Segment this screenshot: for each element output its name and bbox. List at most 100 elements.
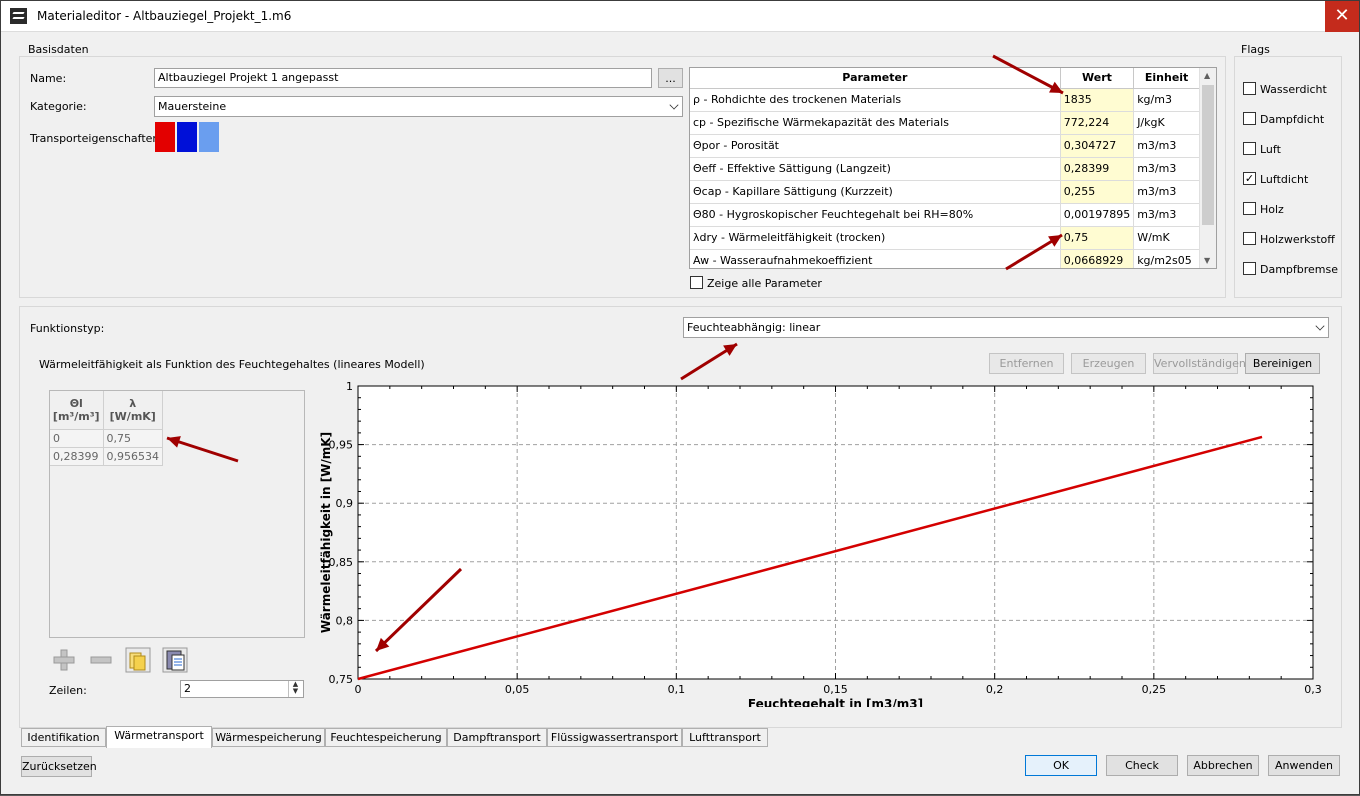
tab-1[interactable]: Wärmetransport [106, 726, 212, 748]
param-row[interactable]: Θcap - Kapillare Sättigung (Kurzzeit) 0,2… [690, 180, 1200, 204]
kategorie-select[interactable]: Mauersteine [154, 96, 683, 117]
app-icon [10, 8, 27, 24]
bereinigen-button[interactable]: Bereinigen [1245, 353, 1320, 374]
flag-checkbox-dampfdicht[interactable] [1243, 112, 1256, 125]
tab-3[interactable]: Feuchtespeicherung [325, 728, 447, 747]
tab-6[interactable]: Lufttransport [682, 728, 768, 747]
param-value-cell[interactable]: 0,75 [1060, 226, 1135, 250]
y-axis-label: Wärmeleitfähigkeit in [W/mK] [319, 432, 333, 633]
param-table-scrollbar[interactable]: ▲ ▼ [1199, 68, 1216, 268]
ok-button[interactable]: OK [1025, 755, 1097, 776]
param-value-cell[interactable]: 0,0668929 [1060, 249, 1135, 268]
param-name-cell[interactable]: λdry - Wärmeleitfähigkeit (trocken) [690, 226, 1061, 250]
cancel-button[interactable]: Abbrechen [1187, 755, 1259, 776]
table-cell[interactable]: 0 [50, 429, 104, 448]
zeilen-spinbox[interactable]: 2 ▲ ▼ [180, 680, 304, 698]
flag-checkbox-holzwerkstoff[interactable] [1243, 232, 1256, 245]
tab-4[interactable]: Dampftransport [447, 728, 547, 747]
entfernen-button[interactable]: Entfernen [989, 353, 1064, 374]
lambda-header[interactable]: λ [W/mK] [103, 391, 163, 430]
flags-label: Flags [1238, 43, 1273, 56]
theta-header[interactable]: Θl [m³/m³] [50, 391, 104, 430]
apply-button[interactable]: Anwenden [1268, 755, 1340, 776]
flag-label: Holz [1260, 203, 1284, 216]
table-cell[interactable]: 0,75 [103, 429, 163, 448]
flag-checkbox-wasserdicht[interactable] [1243, 82, 1256, 95]
param-unit-cell[interactable]: kg/m3 [1133, 88, 1200, 112]
table-row[interactable]: 0 0,75 [50, 429, 163, 448]
reset-button[interactable]: Zurücksetzen [21, 756, 97, 777]
paste-button[interactable] [161, 646, 189, 673]
scroll-thumb[interactable] [1202, 85, 1214, 225]
table-cell[interactable]: 0,28399 [50, 447, 104, 466]
param-value-cell[interactable]: 0,00197895 [1060, 203, 1135, 227]
param-value-cell[interactable]: 0,255 [1060, 180, 1135, 204]
close-button[interactable]: ✕ [1325, 1, 1359, 32]
add-row-button[interactable] [50, 647, 78, 673]
tab-5[interactable]: Flüssigwassertransport [547, 728, 682, 747]
transport-swatch-blue [177, 122, 197, 152]
param-value-cell[interactable]: 0,304727 [1060, 134, 1135, 158]
param-name-cell[interactable]: Θpor - Porosität [690, 134, 1061, 158]
x-tick-label: 0 [355, 683, 362, 696]
name-input[interactable]: Altbauziegel Projekt 1 angepasst [154, 68, 652, 88]
tab-2[interactable]: Wärmespeicherung [212, 728, 325, 747]
param-row[interactable]: Θpor - Porosität 0,304727 m3/m3 [690, 134, 1200, 158]
param-name-cell[interactable]: Aw - Wasseraufnahmekoeffizient [690, 249, 1061, 268]
flag-checkbox-holz[interactable] [1243, 202, 1256, 215]
param-row[interactable]: Θeff - Effektive Sättigung (Langzeit) 0,2… [690, 157, 1200, 181]
chevron-down-icon [1315, 321, 1325, 331]
param-value-cell[interactable]: 0,28399 [1060, 157, 1135, 181]
browse-button[interactable]: ... [658, 68, 683, 88]
function-data-table[interactable]: Θl [m³/m³] λ [W/mK] 0 0,75 0,28399 0,95653… [49, 390, 305, 638]
flag-checkbox-luftdicht[interactable]: ✓ [1243, 172, 1256, 185]
param-name-cell[interactable]: ρ - Rohdichte des trockenen Materials [690, 88, 1061, 112]
param-row[interactable]: ρ - Rohdichte des trockenen Materials 183… [690, 88, 1200, 112]
x-tick-label: 0,15 [823, 683, 848, 696]
param-value-cell[interactable]: 772,224 [1060, 111, 1135, 135]
plus-icon [53, 649, 75, 671]
open-file-button[interactable] [124, 646, 152, 673]
parameter-table[interactable]: Parameter Wert Einheit ρ - Rohdichte des… [689, 67, 1217, 269]
param-name-cell[interactable]: cp - Spezifische Wärmekapazität des Mate… [690, 111, 1061, 135]
param-unit-cell[interactable]: m3/m3 [1133, 157, 1200, 181]
x-tick-label: 0,3 [1304, 683, 1322, 696]
einheit-header[interactable]: Einheit [1133, 68, 1200, 89]
y-tick-label: 0,75 [329, 673, 354, 686]
param-row[interactable]: Θ80 - Hygroskopischer Feuchtegehalt bei … [690, 203, 1200, 227]
param-unit-cell[interactable]: kg/m2s05 [1133, 249, 1200, 268]
show-all-checkbox[interactable] [690, 276, 703, 289]
param-unit-cell[interactable]: W/mK [1133, 226, 1200, 250]
flag-label: Luft [1260, 143, 1281, 156]
transport-swatch-lightblue [199, 122, 219, 152]
param-unit-cell[interactable]: m3/m3 [1133, 180, 1200, 204]
scroll-down-icon[interactable]: ▼ [1204, 256, 1210, 265]
param-row[interactable]: cp - Spezifische Wärmekapazität des Mate… [690, 111, 1200, 135]
param-unit-cell[interactable]: m3/m3 [1133, 134, 1200, 158]
param-unit-cell[interactable]: J/kgK [1133, 111, 1200, 135]
param-value-cell[interactable]: 1835 [1060, 88, 1135, 112]
flag-checkbox-dampfbremse[interactable] [1243, 262, 1256, 275]
param-header[interactable]: Parameter [690, 68, 1061, 89]
param-unit-cell[interactable]: m3/m3 [1133, 203, 1200, 227]
table-cell[interactable]: 0,956534 [103, 447, 163, 466]
param-name-cell[interactable]: Θ80 - Hygroskopischer Feuchtegehalt bei … [690, 203, 1061, 227]
flag-label: Holzwerkstoff [1260, 233, 1335, 246]
param-row[interactable]: Aw - Wasseraufnahmekoeffizient 0,0668929 k… [690, 249, 1200, 268]
table-row[interactable]: 0,28399 0,956534 [50, 447, 163, 466]
funktionstyp-select[interactable]: Feuchteabhängig: linear [683, 317, 1329, 338]
flag-label: Luftdicht [1260, 173, 1309, 186]
scroll-up-icon[interactable]: ▲ [1204, 71, 1210, 80]
flag-label: Dampfdicht [1260, 113, 1325, 126]
flag-checkbox-luft[interactable] [1243, 142, 1256, 155]
param-name-cell[interactable]: Θeff - Effektive Sättigung (Langzeit) [690, 157, 1061, 181]
check-button[interactable]: Check [1106, 755, 1178, 776]
vervollstaendigen-button[interactable]: Vervollständigen [1153, 353, 1246, 374]
param-row[interactable]: λdry - Wärmeleitfähigkeit (trocken) 0,75 W… [690, 226, 1200, 250]
wert-header[interactable]: Wert [1060, 68, 1135, 89]
remove-row-button[interactable] [87, 647, 115, 673]
spin-arrows-icon[interactable]: ▲ ▼ [288, 681, 302, 697]
param-name-cell[interactable]: Θcap - Kapillare Sättigung (Kurzzeit) [690, 180, 1061, 204]
erzeugen-button[interactable]: Erzeugen [1071, 353, 1146, 374]
tab-0[interactable]: Identifikation [21, 728, 106, 747]
